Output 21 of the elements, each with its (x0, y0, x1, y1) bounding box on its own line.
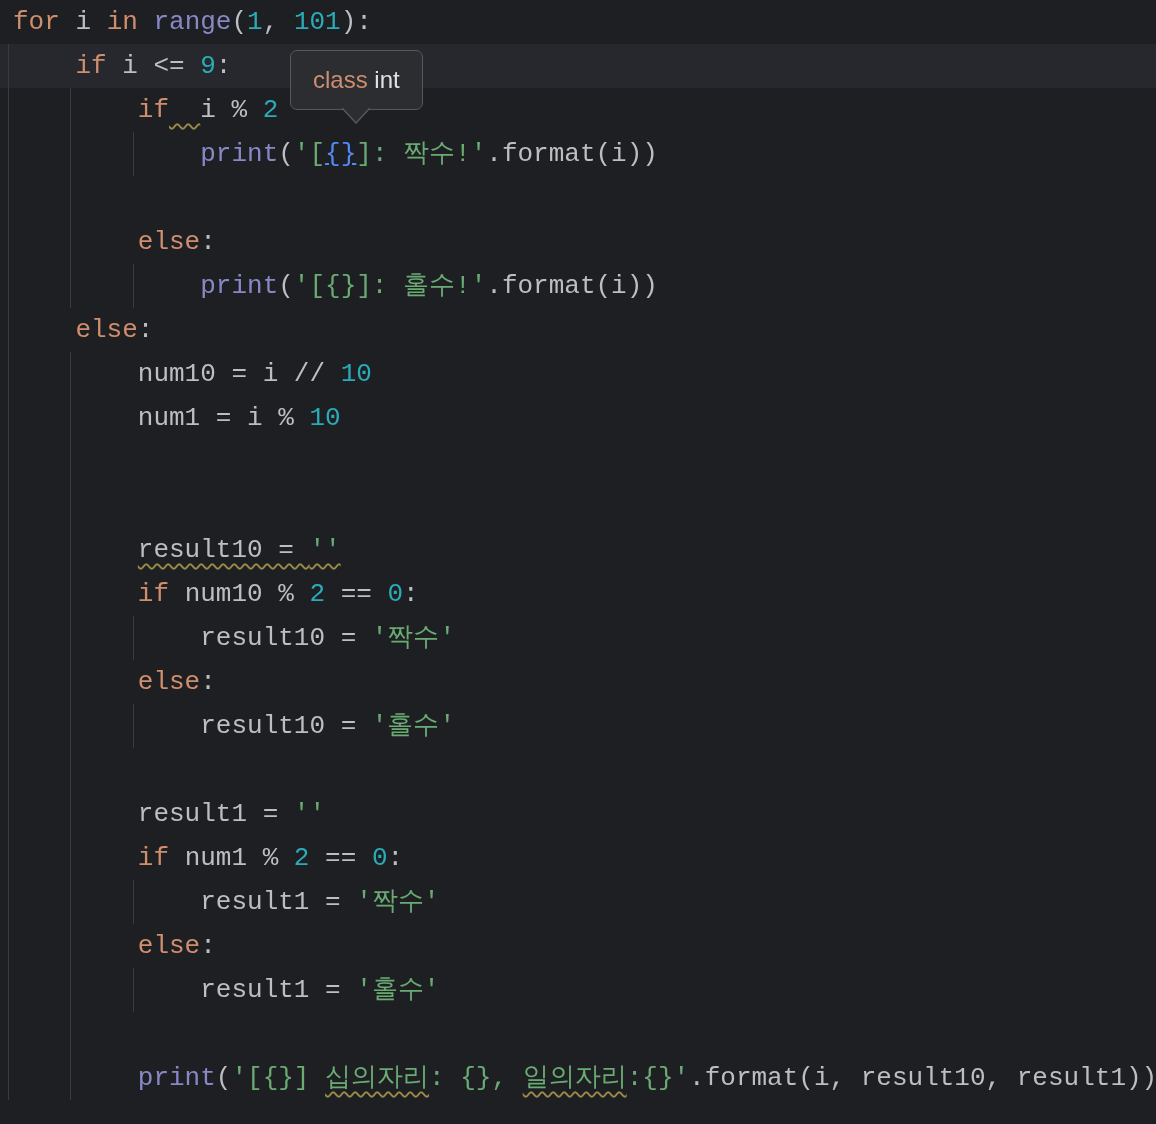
code-line: if num10 % 2 == 0: (137, 578, 419, 611)
code-line: else: (75, 314, 154, 347)
type-tooltip: class int (290, 50, 423, 110)
code-line: print('[{}] 십의자리: {}, 일의자리:{}'.format(i, result10, result1)) (137, 1062, 1156, 1095)
code-line: result10 = '홀수' (200, 710, 456, 743)
code-line: result1 = '' (137, 798, 326, 831)
code-line: result1 = '홀수' (200, 974, 440, 1007)
code-line: if num1 % 2 == 0: (137, 842, 404, 875)
code-line: num10 = i // 10 (137, 358, 372, 391)
tooltip-pointer-icon (342, 108, 371, 124)
code-line: else: (137, 930, 216, 963)
code-line: else: (137, 666, 216, 699)
code-line: else: (137, 226, 216, 259)
code-line: print('[{}]: 짝수!'.format(i)) (200, 138, 658, 171)
code-line: num1 = i % 10 (137, 402, 341, 435)
code-line: if i % 2 (137, 94, 279, 127)
code-line: result1 = '짝수' (200, 886, 440, 919)
code-line: result10 = '' (137, 534, 341, 567)
code-line: print('[{}]: 홀수!'.format(i)) (200, 270, 658, 303)
code-line: for i in range(1, 101): (13, 6, 372, 39)
code-line: result10 = '짝수' (200, 622, 456, 655)
